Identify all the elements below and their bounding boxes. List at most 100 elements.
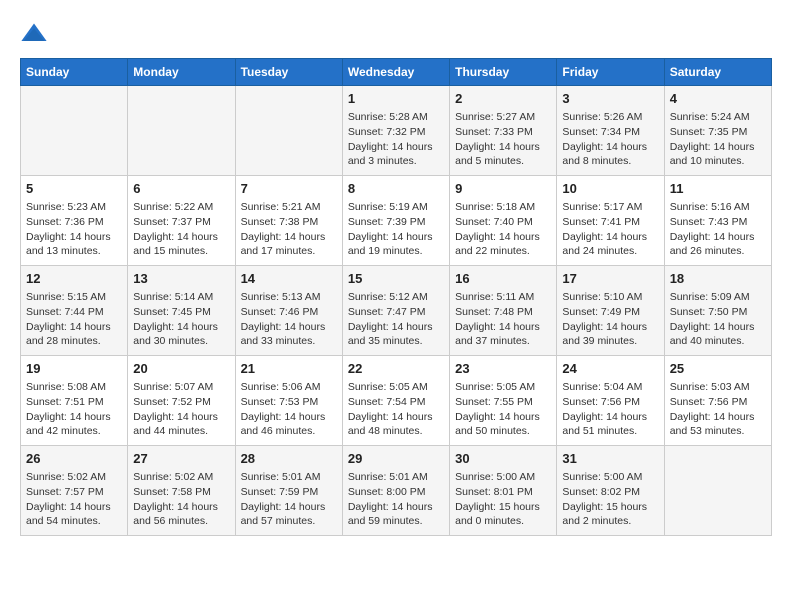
calendar-cell: 31Sunrise: 5:00 AM Sunset: 8:02 PM Dayli… [557, 446, 664, 536]
day-info: Sunrise: 5:08 AM Sunset: 7:51 PM Dayligh… [26, 380, 122, 439]
calendar-cell: 16 Sunrise: 5:11 AM Sunset: 7:48 PM Dayli… [450, 266, 557, 356]
day-info: Sunrise: 5:27 AM Sunset: 7:33 PM Dayligh… [455, 110, 551, 169]
calendar-cell: 28 Sunrise: 5:01 AM Sunset: 7:59 PM Dayli… [235, 446, 342, 536]
calendar-cell: 1 Sunrise: 5:28 AM Sunset: 7:32 PM Daylig… [342, 86, 449, 176]
day-number: 4 [670, 90, 766, 108]
weekday-header-sunday: Sunday [21, 59, 128, 86]
calendar-cell: 15Sunrise: 5:12 AM Sunset: 7:47 PM Dayli… [342, 266, 449, 356]
day-info: Sunrise: 5:11 AM Sunset: 7:48 PM Dayligh… [455, 290, 551, 349]
calendar-week-row: 12 Sunrise: 5:15 AM Sunset: 7:44 PM Dayli… [21, 266, 772, 356]
calendar-cell: 10Sunrise: 5:17 AM Sunset: 7:41 PM Dayli… [557, 176, 664, 266]
calendar-cell: 23 Sunrise: 5:05 AM Sunset: 7:55 PM Dayli… [450, 356, 557, 446]
day-info: Sunrise: 5:10 AM Sunset: 7:49 PM Dayligh… [562, 290, 658, 349]
weekday-header-wednesday: Wednesday [342, 59, 449, 86]
weekday-header-tuesday: Tuesday [235, 59, 342, 86]
calendar-cell [21, 86, 128, 176]
day-info: Sunrise: 5:18 AM Sunset: 7:40 PM Dayligh… [455, 200, 551, 259]
day-info: Sunrise: 5:24 AM Sunset: 7:35 PM Dayligh… [670, 110, 766, 169]
day-info: Sunrise: 5:00 AM Sunset: 8:02 PM Dayligh… [562, 470, 658, 529]
day-number: 22 [348, 360, 444, 378]
calendar-cell: 20 Sunrise: 5:07 AM Sunset: 7:52 PM Dayli… [128, 356, 235, 446]
day-info: Sunrise: 5:13 AM Sunset: 7:46 PM Dayligh… [241, 290, 337, 349]
day-number: 16 [455, 270, 551, 288]
day-number: 11 [670, 180, 766, 198]
calendar-cell: 11 Sunrise: 5:16 AM Sunset: 7:43 PM Dayli… [664, 176, 771, 266]
day-info: Sunrise: 5:15 AM Sunset: 7:44 PM Dayligh… [26, 290, 122, 349]
calendar-cell: 9 Sunrise: 5:18 AM Sunset: 7:40 PM Daylig… [450, 176, 557, 266]
day-info: Sunrise: 5:02 AM Sunset: 7:57 PM Dayligh… [26, 470, 122, 529]
day-number: 20 [133, 360, 229, 378]
weekday-header-friday: Friday [557, 59, 664, 86]
day-info: Sunrise: 5:04 AM Sunset: 7:56 PM Dayligh… [562, 380, 658, 439]
day-number: 14 [241, 270, 337, 288]
day-number: 29 [348, 450, 444, 468]
calendar-cell: 27 Sunrise: 5:02 AM Sunset: 7:58 PM Dayli… [128, 446, 235, 536]
day-info: Sunrise: 5:17 AM Sunset: 7:41 PM Dayligh… [562, 200, 658, 259]
calendar-cell [128, 86, 235, 176]
day-info: Sunrise: 5:26 AM Sunset: 7:34 PM Dayligh… [562, 110, 658, 169]
calendar-cell [664, 446, 771, 536]
weekday-header-saturday: Saturday [664, 59, 771, 86]
calendar-cell: 30 Sunrise: 5:00 AM Sunset: 8:01 PM Dayli… [450, 446, 557, 536]
calendar-cell: 12 Sunrise: 5:15 AM Sunset: 7:44 PM Dayli… [21, 266, 128, 356]
day-info: Sunrise: 5:01 AM Sunset: 8:00 PM Dayligh… [348, 470, 444, 529]
day-number: 5 [26, 180, 122, 198]
day-number: 9 [455, 180, 551, 198]
day-info: Sunrise: 5:01 AM Sunset: 7:59 PM Dayligh… [241, 470, 337, 529]
day-number: 30 [455, 450, 551, 468]
day-info: Sunrise: 5:02 AM Sunset: 7:58 PM Dayligh… [133, 470, 229, 529]
weekday-header-thursday: Thursday [450, 59, 557, 86]
day-info: Sunrise: 5:22 AM Sunset: 7:37 PM Dayligh… [133, 200, 229, 259]
day-number: 1 [348, 90, 444, 108]
calendar-cell: 3 Sunrise: 5:26 AM Sunset: 7:34 PM Daylig… [557, 86, 664, 176]
day-number: 18 [670, 270, 766, 288]
calendar-cell: 24Sunrise: 5:04 AM Sunset: 7:56 PM Dayli… [557, 356, 664, 446]
calendar-cell: 4 Sunrise: 5:24 AM Sunset: 7:35 PM Daylig… [664, 86, 771, 176]
day-number: 19 [26, 360, 122, 378]
day-info: Sunrise: 5:16 AM Sunset: 7:43 PM Dayligh… [670, 200, 766, 259]
day-number: 3 [562, 90, 658, 108]
calendar-cell: 7 Sunrise: 5:21 AM Sunset: 7:38 PM Daylig… [235, 176, 342, 266]
calendar-week-row: 26Sunrise: 5:02 AM Sunset: 7:57 PM Dayli… [21, 446, 772, 536]
logo [20, 20, 52, 48]
logo-icon [20, 20, 48, 48]
calendar-cell: 17 Sunrise: 5:10 AM Sunset: 7:49 PM Dayli… [557, 266, 664, 356]
day-info: Sunrise: 5:19 AM Sunset: 7:39 PM Dayligh… [348, 200, 444, 259]
calendar-cell: 13Sunrise: 5:14 AM Sunset: 7:45 PM Dayli… [128, 266, 235, 356]
day-number: 27 [133, 450, 229, 468]
day-info: Sunrise: 5:14 AM Sunset: 7:45 PM Dayligh… [133, 290, 229, 349]
day-number: 28 [241, 450, 337, 468]
day-info: Sunrise: 5:00 AM Sunset: 8:01 PM Dayligh… [455, 470, 551, 529]
day-number: 23 [455, 360, 551, 378]
calendar-cell: 25 Sunrise: 5:03 AM Sunset: 7:56 PM Dayli… [664, 356, 771, 446]
day-info: Sunrise: 5:21 AM Sunset: 7:38 PM Dayligh… [241, 200, 337, 259]
calendar-cell: 14 Sunrise: 5:13 AM Sunset: 7:46 PM Dayli… [235, 266, 342, 356]
day-number: 25 [670, 360, 766, 378]
day-info: Sunrise: 5:05 AM Sunset: 7:55 PM Dayligh… [455, 380, 551, 439]
weekday-header-row: SundayMondayTuesdayWednesdayThursdayFrid… [21, 59, 772, 86]
calendar-cell: 19 Sunrise: 5:08 AM Sunset: 7:51 PM Dayli… [21, 356, 128, 446]
day-info: Sunrise: 5:23 AM Sunset: 7:36 PM Dayligh… [26, 200, 122, 259]
day-number: 8 [348, 180, 444, 198]
weekday-header-monday: Monday [128, 59, 235, 86]
calendar-cell: 29 Sunrise: 5:01 AM Sunset: 8:00 PM Dayli… [342, 446, 449, 536]
day-info: Sunrise: 5:06 AM Sunset: 7:53 PM Dayligh… [241, 380, 337, 439]
calendar-cell: 26Sunrise: 5:02 AM Sunset: 7:57 PM Dayli… [21, 446, 128, 536]
day-info: Sunrise: 5:07 AM Sunset: 7:52 PM Dayligh… [133, 380, 229, 439]
day-number: 2 [455, 90, 551, 108]
calendar-cell: 5 Sunrise: 5:23 AM Sunset: 7:36 PM Daylig… [21, 176, 128, 266]
day-number: 17 [562, 270, 658, 288]
day-info: Sunrise: 5:12 AM Sunset: 7:47 PM Dayligh… [348, 290, 444, 349]
day-number: 12 [26, 270, 122, 288]
calendar-week-row: 1 Sunrise: 5:28 AM Sunset: 7:32 PM Daylig… [21, 86, 772, 176]
day-info: Sunrise: 5:28 AM Sunset: 7:32 PM Dayligh… [348, 110, 444, 169]
calendar-cell: 8 Sunrise: 5:19 AM Sunset: 7:39 PM Daylig… [342, 176, 449, 266]
day-number: 7 [241, 180, 337, 198]
calendar-cell: 18Sunrise: 5:09 AM Sunset: 7:50 PM Dayli… [664, 266, 771, 356]
calendar-week-row: 19 Sunrise: 5:08 AM Sunset: 7:51 PM Dayli… [21, 356, 772, 446]
calendar-table: SundayMondayTuesdayWednesdayThursdayFrid… [20, 58, 772, 536]
day-info: Sunrise: 5:05 AM Sunset: 7:54 PM Dayligh… [348, 380, 444, 439]
day-info: Sunrise: 5:03 AM Sunset: 7:56 PM Dayligh… [670, 380, 766, 439]
page-header [20, 20, 772, 48]
calendar-cell [235, 86, 342, 176]
